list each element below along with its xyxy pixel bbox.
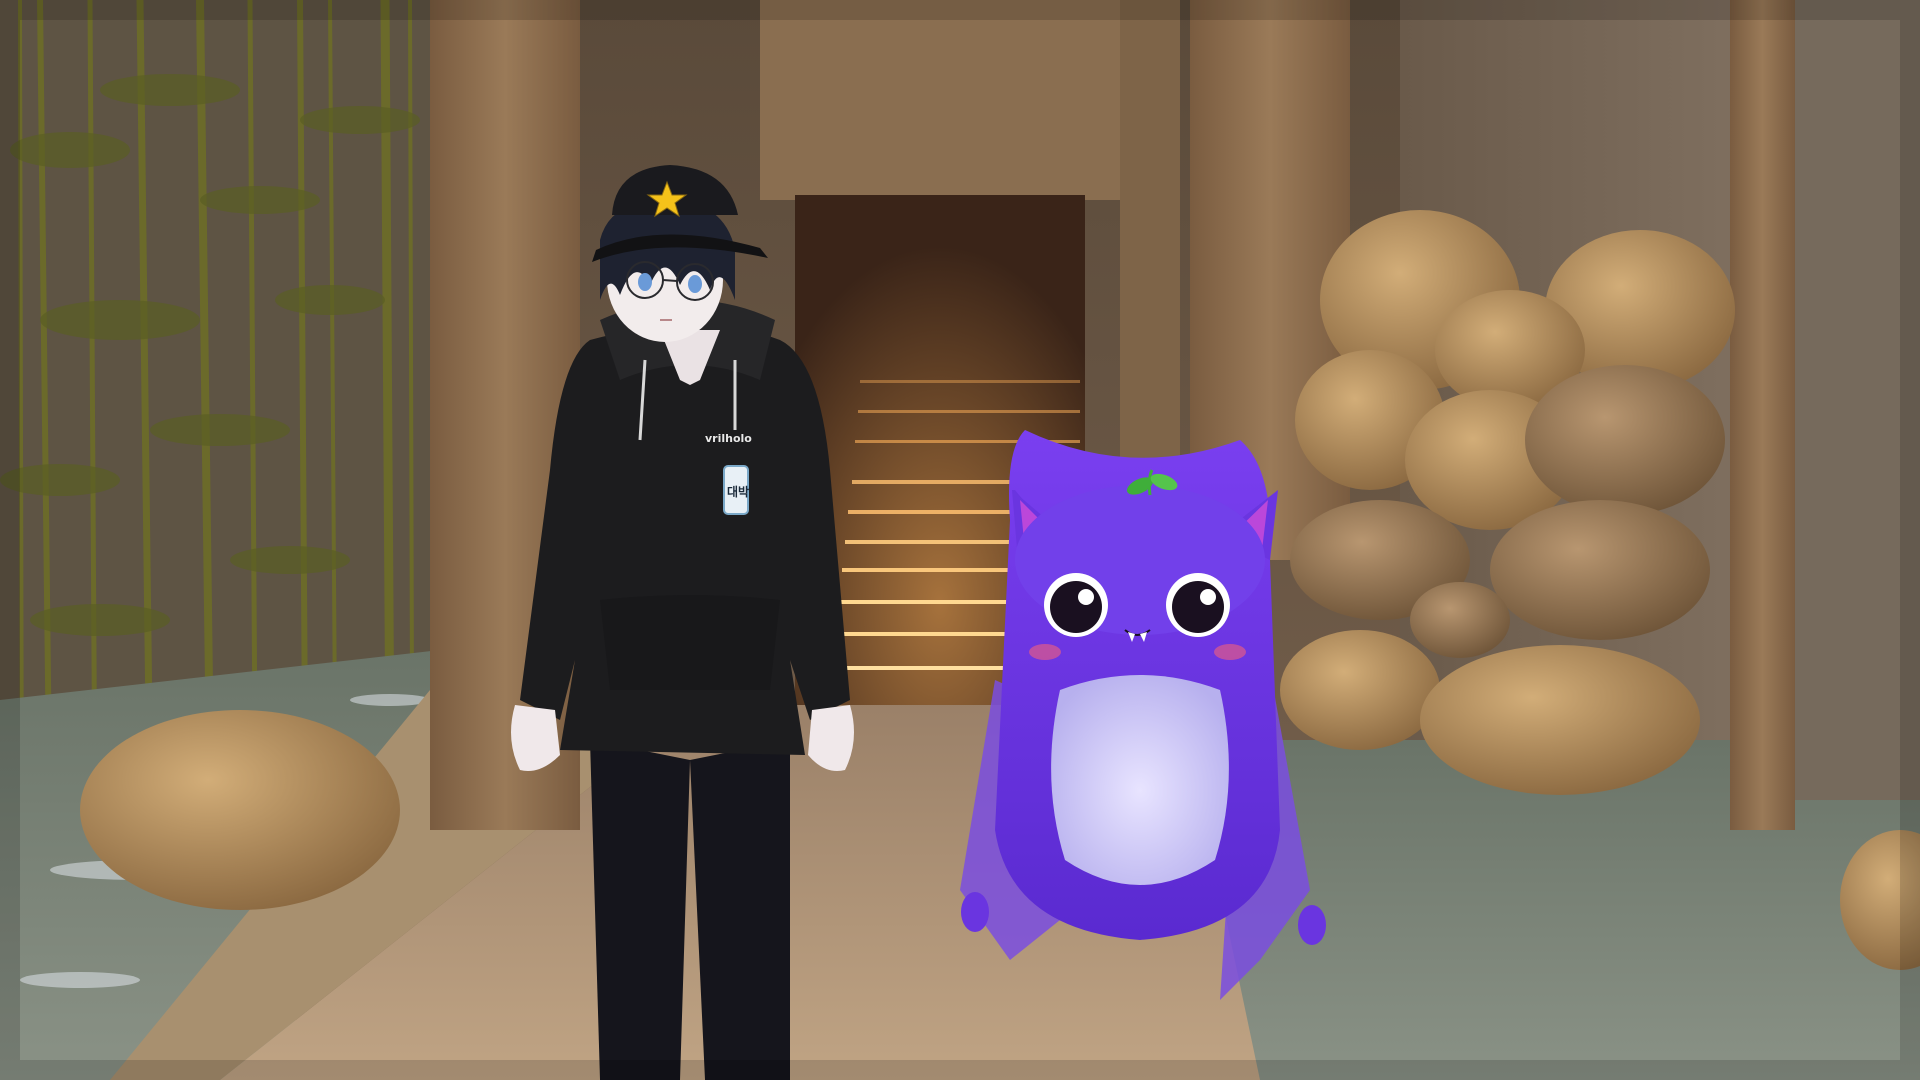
- bat-blush-left: [1029, 644, 1061, 660]
- bat-mascot[interactable]: [960, 430, 1326, 1000]
- hoodie-pocket: [600, 595, 780, 690]
- scene-canvas: vrilholo 대박: [0, 0, 1920, 1080]
- hoodie-print-text: vrilholo: [705, 432, 752, 445]
- bat-eye-right-shine: [1200, 589, 1216, 605]
- bat-eye-right-pupil: [1172, 581, 1224, 633]
- game-viewport[interactable]: vrilholo 대박: [0, 0, 1920, 1080]
- boy-glasses-bridge: [662, 279, 678, 282]
- bat-eye-left-pupil: [1050, 581, 1102, 633]
- bat-arm-left: [961, 892, 989, 932]
- bat-blush-right: [1214, 644, 1246, 660]
- hoodie-badge-text: 대박: [727, 484, 749, 499]
- wood-pillar-right: [1730, 0, 1795, 830]
- boy-left-hand: [511, 705, 560, 771]
- boy-right-leg: [690, 740, 790, 1080]
- bat-eye-left-shine: [1078, 589, 1094, 605]
- boulder-left: [80, 710, 400, 910]
- door-lintel: [760, 0, 1120, 200]
- boy-left-leg: [590, 740, 690, 1080]
- boy-right-hand: [808, 705, 854, 771]
- boy-eye-left: [638, 273, 652, 291]
- bat-arm-right: [1298, 905, 1326, 945]
- boy-eye-right: [688, 275, 702, 293]
- bat-belly: [1051, 675, 1229, 885]
